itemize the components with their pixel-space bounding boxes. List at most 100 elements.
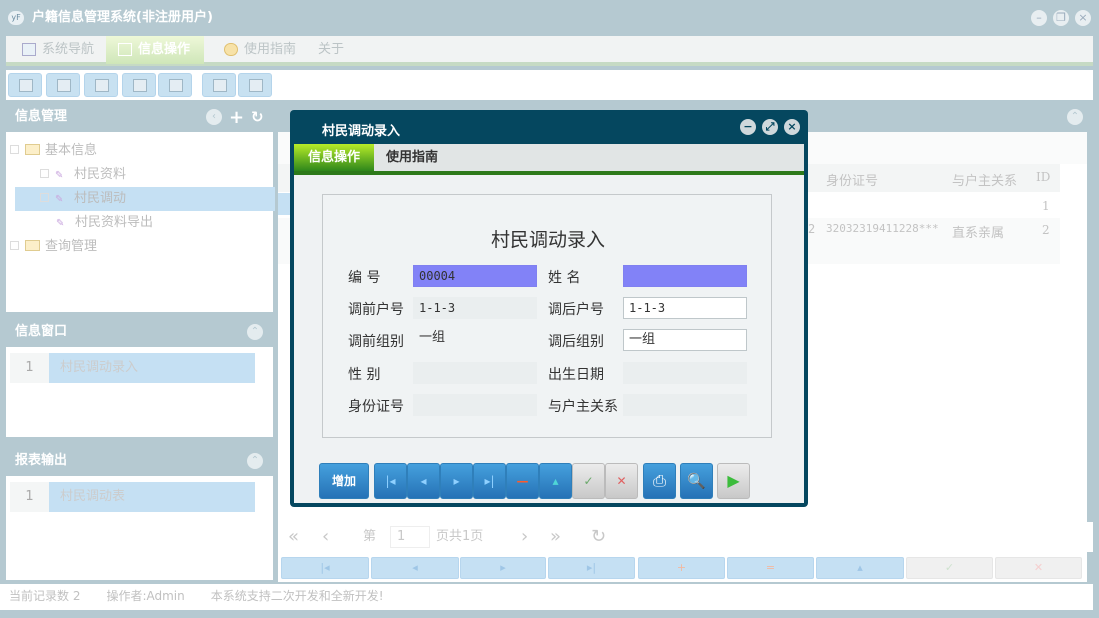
monitor-icon — [22, 43, 36, 56]
column-header-relation[interactable]: 与户主关系 — [952, 170, 1017, 189]
status-note: 本系统支持二次开发和全新开发! — [210, 589, 384, 603]
relation-label: 与户主关系 — [548, 399, 618, 415]
column-header-id-no[interactable]: 身份证号 — [826, 170, 878, 189]
delete-button[interactable]: — — [506, 463, 539, 499]
list-item[interactable]: 1 村民调动表 — [10, 482, 255, 512]
toolbar-document-button[interactable] — [84, 73, 118, 97]
search-icon — [19, 79, 33, 92]
add-record-button[interactable]: + — [638, 557, 725, 579]
play-icon: ▶ — [727, 471, 740, 490]
toolbar — [6, 70, 1093, 100]
user-computer-icon — [133, 79, 147, 92]
run-button[interactable]: ▶ — [717, 463, 750, 499]
menu-system-nav[interactable]: 系统导航 — [10, 36, 106, 64]
menu-info-ops[interactable]: 信息操作 — [106, 36, 204, 64]
toolbar-search-button[interactable] — [8, 73, 42, 97]
last-record-button[interactable]: ▸| — [548, 557, 635, 579]
column-header-id[interactable]: ID — [1036, 170, 1050, 184]
collapse-icon[interactable]: ⌃ — [247, 453, 263, 469]
print-button[interactable]: ⎙ — [643, 463, 676, 499]
screen-icon — [169, 79, 183, 92]
cell-id: 1 — [1042, 199, 1050, 213]
close-icon[interactable]: × — [1075, 10, 1091, 26]
add-record-icon — [213, 79, 227, 92]
collapse-icon[interactable]: ⌃ — [247, 324, 263, 340]
refresh-icon[interactable]: ↻ — [251, 108, 264, 126]
restore-icon[interactable]: ❐ — [1053, 10, 1069, 26]
transfer-form: 村民调动录入 编 号 00004 姓 名 调前户号 1-1-3 调后户号 1-1… — [322, 194, 772, 438]
collapse-left-icon[interactable]: ‹ — [206, 109, 222, 125]
collapse-icon[interactable]: ⌃ — [1067, 109, 1083, 125]
tree-item-villager-data[interactable]: ✎ 村民资料 — [15, 163, 275, 187]
next-record-button[interactable]: ▸ — [460, 557, 546, 579]
last-page-icon[interactable]: » — [550, 522, 561, 552]
next-button[interactable]: ▸ — [440, 463, 473, 499]
code-label: 编 号 — [348, 270, 381, 286]
toolbar-screen-button[interactable] — [158, 73, 192, 97]
after-household-field[interactable]: 1-1-3 — [623, 297, 747, 319]
toolbar-user-button[interactable] — [122, 73, 156, 97]
dialog-maximize-icon[interactable]: ⤢ — [762, 119, 778, 135]
panel-title: 信息窗口 — [6, 317, 273, 347]
toolbar-list-button[interactable] — [46, 73, 80, 97]
first-button[interactable]: |◂ — [374, 463, 407, 499]
toolbar-print-button[interactable] — [238, 73, 272, 97]
after-group-field[interactable]: 一组 — [623, 329, 747, 351]
print-icon — [249, 79, 263, 92]
prev-record-button[interactable]: ◂ — [371, 557, 459, 579]
save-record-button[interactable]: ✓ — [906, 557, 993, 579]
toolbar-add-button[interactable] — [202, 73, 236, 97]
dialog-close-icon[interactable]: × — [784, 119, 800, 135]
tool-icon: ✎ — [55, 194, 64, 205]
info-mgmt-panel: 信息管理 ‹ + ↻ 基本信息 ✎ 村民资料 ✎ 村民调动 ✎ 村民资料导出 查询管理 — [6, 102, 275, 312]
birth-field — [623, 362, 747, 384]
name-label: 姓 名 — [548, 270, 581, 286]
next-page-icon[interactable]: › — [521, 522, 528, 552]
list-item[interactable]: 1 村民调动录入 — [10, 353, 255, 383]
add-button[interactable]: 增加 — [319, 463, 369, 499]
before-household-label: 调前户号 — [348, 302, 404, 318]
relation-field — [623, 394, 747, 416]
prev-page-icon[interactable]: ‹ — [322, 522, 329, 552]
dialog-minimize-icon[interactable]: − — [740, 119, 756, 135]
menu-about[interactable]: 关于 — [286, 36, 346, 64]
dialog-tab-guide[interactable]: 使用指南 — [372, 144, 452, 171]
villager-transfer-dialog: 村民调动录入 − ⤢ × 信息操作 使用指南 村民调动录入 编 号 00004 … — [290, 110, 808, 507]
window-titlebar: 户籍信息管理系统(非注册用户) — [0, 0, 1099, 36]
name-field[interactable] — [623, 265, 747, 287]
info-window-panel: 信息窗口 ⌃ 1 村民调动录入 — [6, 317, 273, 437]
before-group-label: 调前组别 — [348, 334, 404, 350]
last-button[interactable]: ▸| — [473, 463, 506, 499]
edit-record-button[interactable]: ▴ — [816, 557, 904, 579]
cancel-button[interactable]: ✕ — [605, 463, 638, 499]
tree-item-villager-export[interactable]: ✎ 村民资料导出 — [15, 211, 275, 235]
help-icon — [224, 43, 238, 56]
id-number-field — [413, 394, 537, 416]
page-input[interactable]: 1 — [390, 526, 430, 548]
grid-icon — [118, 43, 132, 56]
refresh-icon[interactable]: ↻ — [591, 522, 606, 552]
record-count: 当前记录数 2 — [9, 589, 81, 603]
tree-item-query-mgmt[interactable]: 查询管理 — [10, 235, 270, 259]
birth-label: 出生日期 — [548, 367, 604, 383]
minimize-icon[interactable]: – — [1031, 10, 1047, 26]
add-icon[interactable]: + — [229, 107, 244, 128]
dialog-tab-info-ops[interactable]: 信息操作 — [294, 144, 375, 171]
cancel-record-button[interactable]: ✕ — [995, 557, 1082, 579]
delete-record-button[interactable]: = — [727, 557, 814, 579]
code-field[interactable]: 00004 — [413, 265, 537, 287]
save-button[interactable]: ✓ — [572, 463, 605, 499]
cell-id: 2 — [1042, 223, 1050, 237]
tree-item-basic-info[interactable]: 基本信息 — [10, 139, 270, 163]
printer-icon: ⎙ — [653, 471, 666, 490]
prev-button[interactable]: ◂ — [407, 463, 440, 499]
first-record-button[interactable]: |◂ — [281, 557, 369, 579]
pager: « ‹ 第 1 页共1页 › » ↻ — [278, 522, 1093, 552]
preview-button[interactable]: 🔍 — [680, 463, 713, 499]
gender-field — [413, 362, 537, 384]
edit-button[interactable]: ▴ — [539, 463, 572, 499]
first-page-icon[interactable]: « — [288, 522, 299, 552]
cell-id-no: 32032319411228*** — [826, 222, 939, 235]
tree-item-villager-transfer[interactable]: ✎ 村民调动 — [15, 187, 275, 211]
before-group-field: 一组 — [419, 330, 446, 345]
